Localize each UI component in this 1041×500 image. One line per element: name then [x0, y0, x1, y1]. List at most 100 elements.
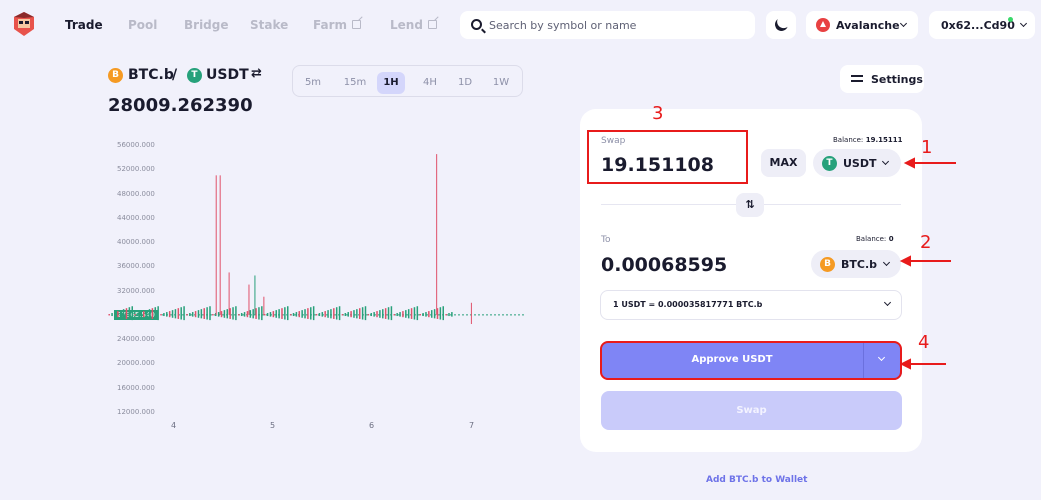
- quote-token: USDT: [206, 67, 249, 83]
- candle: [350, 311, 352, 318]
- candle: [255, 308, 257, 319]
- search-input[interactable]: Search by symbol or name: [460, 11, 755, 39]
- timeframe-selector: 5m 15m 1H 4H 1D 1W: [292, 65, 523, 97]
- timeframe-1w[interactable]: 1W: [487, 72, 515, 94]
- external-link-icon: [427, 20, 437, 29]
- chevron-down-icon: [881, 157, 890, 166]
- swap-pair-icon[interactable]: ⇄: [251, 66, 262, 81]
- annotation-box-amount: [587, 130, 748, 184]
- to-balance: Balance: 0: [856, 235, 894, 243]
- candle: [160, 313, 162, 316]
- candle: [312, 306, 315, 321]
- candle: [370, 313, 373, 317]
- candle: [318, 313, 321, 317]
- candle: [114, 312, 116, 317]
- candle: [284, 307, 286, 320]
- candle: [304, 309, 306, 319]
- candle: [399, 312, 401, 317]
- candle: [324, 311, 326, 318]
- moon-icon: [773, 16, 790, 33]
- nav-bridge[interactable]: Bridge: [184, 18, 229, 32]
- candle: [235, 306, 237, 321]
- candle: [125, 308, 128, 319]
- chevron-down-icon: [883, 298, 892, 307]
- candle: [151, 308, 154, 319]
- nav-lend[interactable]: Lend: [390, 18, 437, 32]
- candle: [298, 311, 301, 318]
- theme-toggle-button[interactable]: [766, 11, 796, 39]
- switch-direction-button[interactable]: ⇅: [736, 193, 764, 217]
- base-token: BTC.b: [128, 67, 174, 83]
- nav-farm[interactable]: Farm: [313, 18, 362, 32]
- candle: [361, 307, 364, 320]
- candle: [226, 309, 229, 319]
- max-button[interactable]: MAX: [761, 149, 806, 177]
- candle: [174, 309, 177, 319]
- candle: [376, 311, 378, 318]
- nav-lend-label: Lend: [390, 18, 423, 32]
- candle: [108, 313, 110, 316]
- candle: [356, 309, 358, 319]
- candle: [275, 310, 277, 318]
- timeframe-1d[interactable]: 1D: [451, 72, 479, 94]
- add-token-to-wallet-link[interactable]: Add BTC.b to Wallet: [706, 475, 807, 485]
- candle: [396, 313, 398, 317]
- chevron-down-icon: [899, 19, 908, 28]
- candle-spike: [470, 302, 472, 325]
- avalanche-icon: [816, 18, 830, 32]
- chart-canvas: [108, 154, 524, 325]
- price-chart[interactable]: 56000.000 52000.000 48000.000 44000.000 4000…: [100, 130, 540, 440]
- search-placeholder: Search by symbol or name: [489, 19, 637, 32]
- nav-pool[interactable]: Pool: [128, 18, 157, 32]
- timeframe-1h[interactable]: 1H: [377, 72, 405, 94]
- candle-spike: [219, 175, 221, 315]
- annotation-box-approve: [600, 341, 902, 380]
- wallet-button[interactable]: 0x62...Cd90: [929, 11, 1035, 39]
- x-tick-label: 6: [369, 421, 375, 430]
- candle: [166, 312, 168, 317]
- candle: [229, 308, 231, 319]
- nav-stake[interactable]: Stake: [250, 18, 288, 32]
- candle: [191, 312, 194, 317]
- to-amount: 0.00068595: [601, 254, 728, 276]
- candle: [358, 308, 361, 319]
- candle: [289, 313, 292, 316]
- candle-spike: [248, 284, 250, 315]
- candle: [266, 313, 269, 317]
- candle: [405, 310, 407, 318]
- settings-button[interactable]: Settings: [840, 65, 924, 93]
- candle: [177, 308, 180, 319]
- candle: [410, 308, 413, 319]
- candle: [353, 310, 355, 318]
- annotation-number: 2: [920, 232, 932, 253]
- candle: [117, 311, 119, 318]
- candle: [131, 306, 133, 321]
- rate-details[interactable]: 1 USDT = 0.000035817771 BTC.b: [600, 290, 902, 320]
- network-label: Avalanche: [836, 19, 900, 32]
- app-logo[interactable]: [12, 11, 36, 37]
- timeframe-5m[interactable]: 5m: [299, 72, 327, 94]
- annotation-number: 3: [652, 103, 664, 124]
- nav-trade[interactable]: Trade: [65, 18, 103, 32]
- usdt-icon: T: [822, 156, 837, 171]
- candle: [327, 310, 329, 318]
- x-tick-label: 7: [469, 421, 475, 430]
- candle: [347, 312, 349, 317]
- candle: [419, 313, 421, 316]
- timeframe-15m[interactable]: 15m: [337, 72, 373, 94]
- candle: [145, 310, 148, 318]
- search-icon: [471, 19, 482, 30]
- candle: [387, 307, 390, 320]
- candle: [439, 307, 442, 320]
- candle: [430, 310, 433, 318]
- chevron-down-icon: [882, 258, 891, 267]
- swap-button[interactable]: Swap: [601, 391, 902, 430]
- network-selector[interactable]: Avalanche: [806, 11, 918, 39]
- btc-icon: B: [820, 257, 835, 272]
- candle: [384, 308, 387, 319]
- from-token-selector[interactable]: T USDT: [813, 149, 901, 177]
- candle: [301, 310, 303, 318]
- to-token-selector[interactable]: B BTC.b: [811, 250, 901, 278]
- balance-value: 0: [888, 235, 894, 243]
- timeframe-4h[interactable]: 4H: [416, 72, 444, 94]
